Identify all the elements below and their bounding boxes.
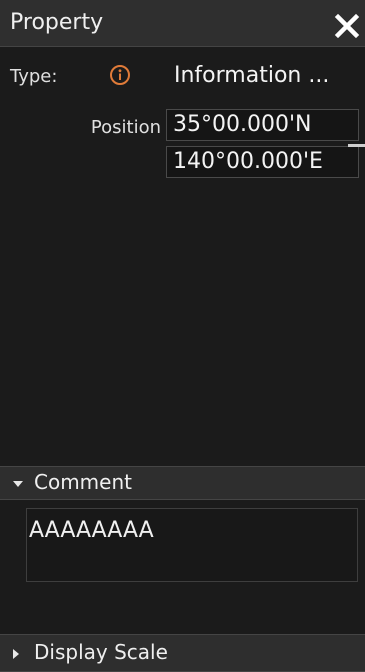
comment-section-label: Comment xyxy=(34,470,132,494)
display-scale-section-header[interactable]: Display Scale xyxy=(0,634,365,672)
close-icon xyxy=(334,13,360,39)
chevron-down-icon xyxy=(13,481,23,487)
latitude-field[interactable]: 35°00.000'N xyxy=(166,109,359,141)
info-icon xyxy=(110,65,130,85)
display-scale-section-label: Display Scale xyxy=(34,640,168,664)
scroll-indicator[interactable] xyxy=(348,144,365,147)
type-value: Information ... xyxy=(174,63,330,88)
title-bar: Property xyxy=(0,0,365,47)
panel-title: Property xyxy=(10,10,104,35)
longitude-field[interactable]: 140°00.000'E xyxy=(166,146,359,178)
comment-field[interactable]: AAAAAAAA xyxy=(26,508,358,582)
comment-section-header[interactable]: Comment xyxy=(0,466,365,500)
chevron-right-icon xyxy=(13,649,19,659)
position-label: Position xyxy=(90,117,161,138)
property-panel: Property Type: Information ... Position … xyxy=(0,0,365,672)
close-button[interactable] xyxy=(329,8,365,44)
type-label: Type: xyxy=(10,66,58,87)
